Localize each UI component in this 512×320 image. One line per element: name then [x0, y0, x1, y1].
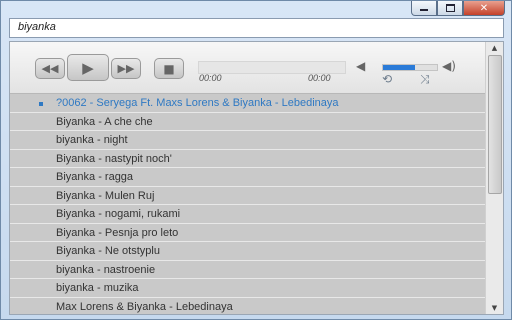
speaker-low-icon: ◀ [356, 59, 366, 73]
forward-icon: ▶▶ [117, 62, 135, 75]
playlist-item-label: Biyanka - Mulen Ruj [56, 189, 155, 202]
next-button[interactable]: ▶▶ [111, 58, 141, 79]
player-controls: ◀◀ ▶ ▶▶ ■ 00:00 00:00 ◀ ◀) ⟲ ⤨ [10, 42, 487, 94]
close-button[interactable]: ✕ [463, 1, 505, 16]
app-window: ✕ biyanka ◀◀ ▶ ▶▶ ■ 00:00 00:00 ◀ ◀) ⟲ ⤨… [0, 0, 512, 320]
repeat-icon[interactable]: ⟲ [382, 72, 392, 86]
playlist-item[interactable]: Biyanka - A che che [10, 113, 487, 131]
playlist-item[interactable]: Max Lorens & Biyanka - Lebedinaya [10, 298, 487, 315]
playlist-item[interactable]: Biyanka - nastypit noch' [10, 150, 487, 168]
maximize-button[interactable] [437, 1, 463, 16]
playlist-item[interactable]: Biyanka - Mulen Ruj [10, 187, 487, 205]
playlist-item-label: biyanka - nastroenie [56, 263, 156, 276]
playlist-item[interactable]: Biyanka - Ne otstyplu [10, 242, 487, 261]
play-icon: ▶ [82, 58, 94, 77]
playlist-item-label: Biyanka - nastypit noch' [56, 152, 172, 165]
playlist-item-label: Biyanka - ragga [56, 171, 134, 183]
previous-button[interactable]: ◀◀ [35, 58, 65, 79]
window-controls: ✕ [411, 1, 505, 16]
stop-icon: ■ [163, 61, 175, 76]
player-panel: ◀◀ ▶ ▶▶ ■ 00:00 00:00 ◀ ◀) ⟲ ⤨ ?0062 - S… [9, 41, 504, 315]
playlist-item-label: Biyanka - Ne otstyplu [56, 245, 160, 257]
playlist-item[interactable]: Biyanka - Pesnja pro leto [10, 224, 487, 242]
backward-icon: ◀◀ [41, 62, 59, 75]
playlist-item[interactable]: biyanka - night [10, 131, 487, 150]
playlist-item-label: Max Lorens & Biyanka - Lebedinaya [56, 300, 233, 313]
volume-fill [383, 65, 416, 70]
playlist-item-label: Biyanka - nogami, rukami [56, 208, 181, 220]
playlist-item[interactable]: biyanka - nastroenie [10, 261, 487, 279]
search-input[interactable]: biyanka [9, 18, 504, 38]
playlist-item[interactable]: Biyanka - nogami, rukami [10, 205, 487, 224]
now-playing-icon [39, 102, 43, 106]
playlist-item-label: biyanka - night [56, 134, 128, 146]
playlist-item-label: Biyanka - Pesnja pro leto [56, 226, 179, 239]
playlist-item[interactable]: biyanka - muzika [10, 279, 487, 298]
time-current: 00:00 [199, 73, 222, 83]
minimize-button[interactable] [411, 1, 437, 16]
close-icon: ✕ [479, 2, 489, 14]
speaker-high-icon: ◀) [442, 59, 456, 73]
stop-button[interactable]: ■ [154, 58, 184, 79]
scroll-down-icon[interactable]: ▼ [486, 302, 503, 314]
playlist-item[interactable]: ?0062 - Seryega Ft. Maxs Lorens & Biyank… [10, 94, 487, 113]
playlist-item[interactable]: Biyanka - ragga [10, 168, 487, 187]
maximize-icon [445, 4, 455, 12]
shuffle-icon[interactable]: ⤨ [420, 72, 430, 87]
scroll-up-icon[interactable]: ▲ [486, 42, 503, 54]
scroll-thumb[interactable] [488, 55, 502, 194]
playlist-item-label: biyanka - muzika [56, 282, 139, 294]
playlist: ?0062 - Seryega Ft. Maxs Lorens & Biyank… [10, 94, 487, 315]
play-button[interactable]: ▶ [67, 54, 109, 81]
volume-slider[interactable] [382, 64, 438, 71]
playlist-item-label: Biyanka - A che che [56, 115, 153, 128]
time-total: 00:00 [308, 73, 331, 83]
minimize-icon [420, 9, 428, 11]
playlist-item-label: ?0062 - Seryega Ft. Maxs Lorens & Biyank… [56, 97, 339, 109]
scrollbar[interactable]: ▲ ▼ [485, 42, 503, 314]
